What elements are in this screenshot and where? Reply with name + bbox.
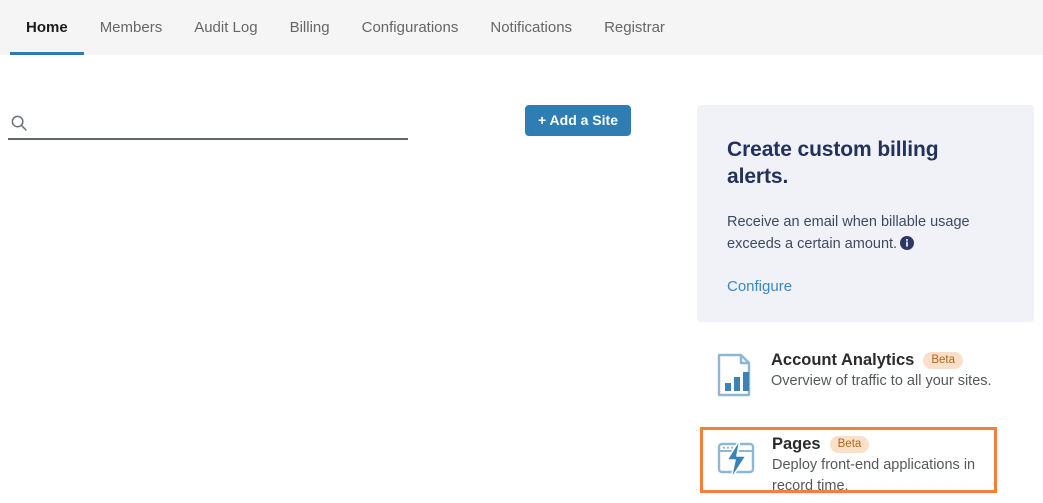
right-sidebar: Create custom billing alerts. Receive an… bbox=[697, 105, 1034, 322]
tab-audit-log[interactable]: Audit Log bbox=[178, 0, 273, 55]
billing-card-description: Receive an email when billable usage exc… bbox=[727, 213, 970, 253]
tab-label: Members bbox=[99, 19, 163, 36]
beta-badge: Beta bbox=[923, 352, 964, 369]
feature-title: Pages bbox=[772, 435, 821, 453]
search-icon bbox=[10, 114, 28, 132]
tab-bar: Home Members Audit Log Billing Configura… bbox=[0, 0, 1043, 55]
search-input[interactable] bbox=[34, 112, 408, 134]
tab-label: Billing bbox=[289, 19, 330, 36]
document-bar-chart-icon bbox=[715, 353, 755, 397]
feature-description: Overview of traffic to all your sites. bbox=[771, 373, 992, 389]
info-circle-icon[interactable] bbox=[900, 235, 915, 251]
feature-text-block: Pages Beta Deploy front-end applications… bbox=[772, 435, 990, 496]
add-a-site-button[interactable]: + Add a Site bbox=[525, 105, 631, 136]
feature-row-account-analytics[interactable]: Account Analytics Beta Overview of traff… bbox=[697, 345, 1034, 403]
feature-title: Account Analytics bbox=[771, 351, 915, 369]
tab-notifications[interactable]: Notifications bbox=[474, 0, 588, 55]
configure-link[interactable]: Configure bbox=[727, 278, 792, 295]
tab-label: Audit Log bbox=[194, 19, 258, 36]
tab-home[interactable]: Home bbox=[10, 0, 84, 55]
feature-text-block: Account Analytics Beta Overview of traff… bbox=[771, 351, 1030, 392]
billing-card-body: Receive an email when billable usage exc… bbox=[727, 211, 1004, 256]
tab-configurations[interactable]: Configurations bbox=[346, 0, 475, 55]
tab-label: Configurations bbox=[361, 19, 459, 36]
tab-label: Registrar bbox=[604, 19, 665, 36]
billing-card-title: Create custom billing alerts. bbox=[727, 138, 939, 188]
tab-billing[interactable]: Billing bbox=[274, 0, 346, 55]
feature-heading-row: Account Analytics Beta bbox=[771, 351, 1030, 370]
tab-members[interactable]: Members bbox=[84, 0, 179, 55]
tab-registrar[interactable]: Registrar bbox=[588, 0, 681, 55]
feature-row-pages[interactable]: Pages Beta Deploy front-end applications… bbox=[700, 427, 997, 496]
search-field[interactable] bbox=[8, 108, 408, 140]
tab-label: Home bbox=[26, 19, 68, 36]
active-tab-indicator bbox=[10, 52, 84, 55]
feature-description: Deploy front-end applications in record … bbox=[772, 457, 976, 494]
beta-badge: Beta bbox=[829, 436, 870, 453]
tab-list: Home Members Audit Log Billing Configura… bbox=[0, 0, 1043, 55]
billing-alerts-card: Create custom billing alerts. Receive an… bbox=[697, 105, 1034, 322]
tab-label: Notifications bbox=[490, 19, 573, 36]
browser-lightning-icon bbox=[716, 437, 756, 481]
feature-heading-row: Pages Beta bbox=[772, 435, 990, 454]
